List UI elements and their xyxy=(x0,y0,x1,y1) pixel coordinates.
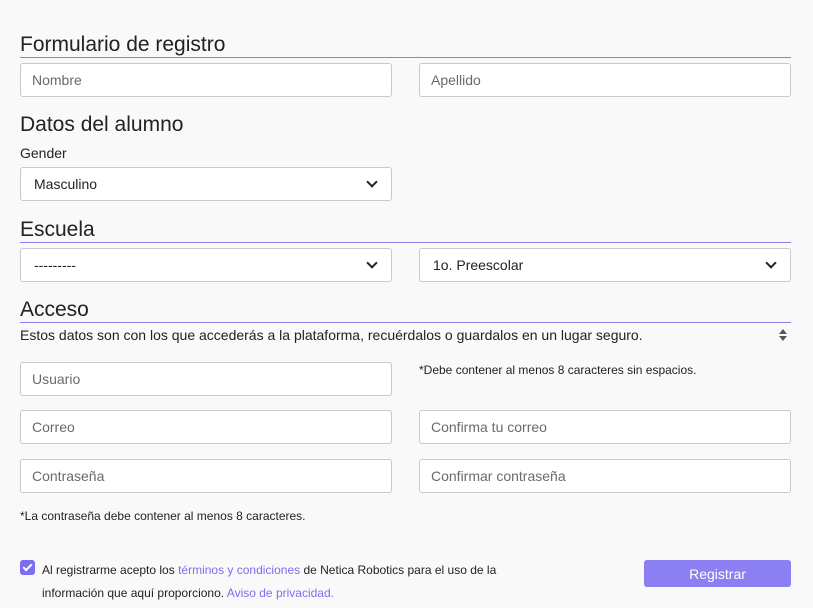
usuario-input[interactable] xyxy=(20,362,392,396)
form-title: Formulario de registro xyxy=(20,33,791,58)
access-section-title: Acceso xyxy=(20,298,791,323)
terms-text-before: Al registrarme acepto los xyxy=(42,563,179,577)
chevron-down-icon xyxy=(366,176,378,188)
school-select-value: --------- xyxy=(34,257,76,273)
chevron-down-icon xyxy=(765,257,777,269)
school-section-title: Escuela xyxy=(20,218,791,243)
arrow-down-icon xyxy=(779,336,787,341)
terms-text: Al registrarme acepto los términos y con… xyxy=(42,559,502,605)
gender-select-value: Masculino xyxy=(34,176,98,192)
grade-select-value: 1o. Preescolar xyxy=(433,257,524,273)
confirm-password-input[interactable] xyxy=(419,459,791,493)
student-section-title: Datos del alumno xyxy=(20,113,184,136)
gender-select[interactable]: Masculino xyxy=(20,167,392,201)
password-note: *La contraseña debe contener al menos 8 … xyxy=(20,509,306,523)
grade-select[interactable]: 1o. Preescolar xyxy=(419,248,791,282)
password-input[interactable] xyxy=(20,459,392,493)
usuario-note: *Debe contener al menos 8 caracteres sin… xyxy=(419,363,697,377)
school-select[interactable]: --------- xyxy=(20,248,392,282)
confirma-correo-input[interactable] xyxy=(419,410,791,444)
chevron-down-icon xyxy=(366,257,378,269)
terms-link[interactable]: términos y condiciones xyxy=(178,563,300,577)
terms-checkbox[interactable] xyxy=(20,560,35,575)
arrow-up-icon xyxy=(779,329,787,334)
access-help-text: Estos datos son con los que accederás a … xyxy=(20,327,643,343)
check-icon xyxy=(22,561,33,572)
gender-label: Gender xyxy=(20,145,67,161)
correo-input[interactable] xyxy=(20,410,392,444)
register-button[interactable]: Registrar xyxy=(644,560,791,587)
scroll-spinner[interactable] xyxy=(776,327,790,343)
privacy-link[interactable]: Aviso de privacidad. xyxy=(227,586,334,600)
nombre-input[interactable] xyxy=(20,63,392,97)
apellido-input[interactable] xyxy=(419,63,791,97)
